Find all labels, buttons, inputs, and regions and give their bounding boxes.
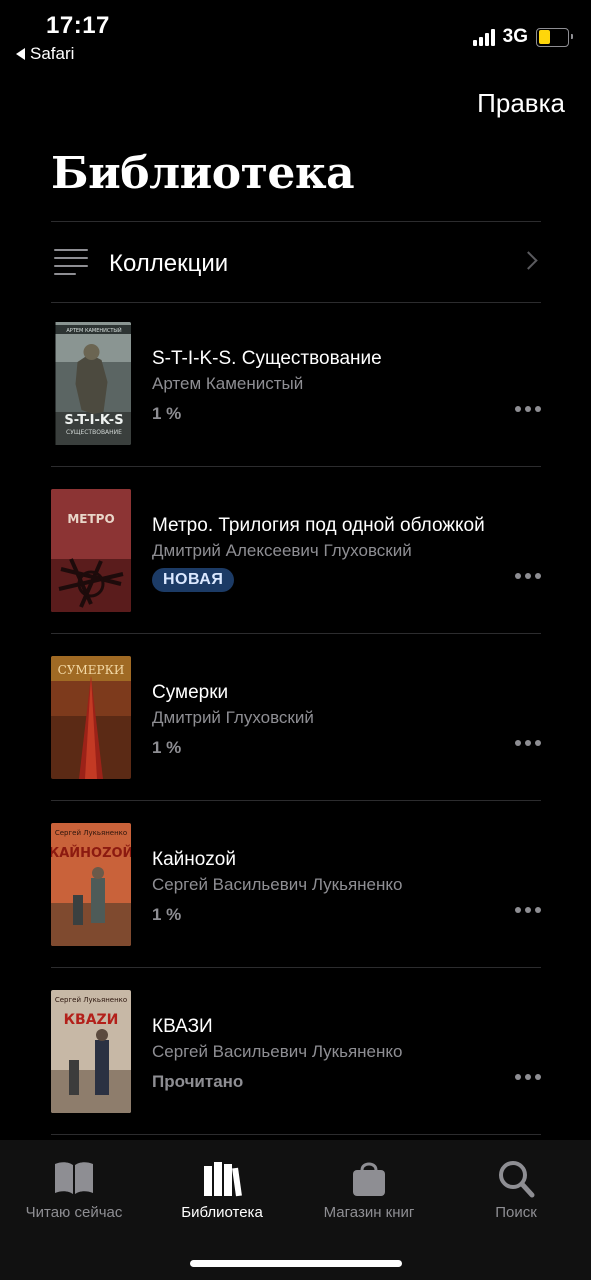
more-options-button[interactable] [515, 406, 541, 412]
divider [51, 466, 541, 467]
status-indicators: 3G [472, 26, 573, 48]
book-row-stiks[interactable]: АРТЕМ КАМЕНИСТЫЙ S-T-I-K-S СУЩЕСТВОВАНИЕ… [51, 304, 541, 471]
new-badge: НОВАЯ [152, 568, 235, 592]
tab-book-store[interactable]: Магазин книг [299, 1158, 439, 1221]
book-title: Кайноzой [152, 849, 236, 870]
book-cover-metro[interactable]: МЕТРО [51, 489, 131, 612]
collections-label: Коллекции [109, 250, 229, 277]
svg-text:S-T-I-K-S: S-T-I-K-S [64, 413, 123, 428]
book-row-kainozoi[interactable]: Сергей Лукьяненко КАЙНОZОЙ Кайноzой Серг… [51, 805, 541, 972]
book-author: Дмитрий Алексеевич Глуховский [152, 541, 412, 560]
svg-text:КАЙНОZОЙ: КАЙНОZОЙ [51, 845, 131, 861]
divider [51, 967, 541, 968]
svg-text:СУМЕРКИ: СУМЕРКИ [58, 663, 125, 677]
books-icon [204, 1162, 242, 1197]
book-author: Сергей Васильевич Лукьяненко [152, 1042, 403, 1061]
tab-label: Библиотека [181, 1204, 263, 1221]
battery-icon [536, 27, 573, 47]
back-to-safari-button[interactable]: Safari [16, 44, 74, 64]
book-title: S-T-I-K-S. Существование [152, 348, 382, 369]
signal-icon [472, 28, 495, 46]
edit-button[interactable]: Правка [477, 88, 565, 119]
book-progress: 1 % [152, 738, 182, 757]
tab-label: Магазин книг [323, 1204, 415, 1221]
battery-fill [538, 30, 550, 44]
tab-library[interactable]: Библиотека [152, 1158, 292, 1221]
tab-search[interactable]: Поиск [446, 1158, 586, 1221]
tab-label: Поиск [495, 1204, 537, 1221]
more-options-button[interactable] [515, 740, 541, 746]
book-author: Артем Каменистый [152, 374, 304, 393]
book-author: Дмитрий Глуховский [152, 708, 314, 727]
tab-reading-now[interactable]: Читаю сейчас [4, 1158, 144, 1221]
book-title: Сумерки [152, 682, 229, 703]
collections-row[interactable]: Коллекции [51, 222, 541, 303]
svg-text:Сергей Лукьяненко: Сергей Лукьяненко [55, 996, 127, 1004]
book-status: Прочитано [152, 1072, 244, 1091]
back-triangle-icon [16, 48, 25, 60]
book-cover-stiks[interactable]: АРТЕМ КАМЕНИСТЫЙ S-T-I-K-S СУЩЕСТВОВАНИЕ [54, 322, 131, 445]
home-indicator [190, 1260, 402, 1267]
tab-bar: Читаю сейчас Библиотека Магазин книг Пои… [0, 1140, 591, 1280]
chevron-right-icon [519, 251, 538, 270]
svg-text:АРТЕМ КАМЕНИСТЫЙ: АРТЕМ КАМЕНИСТЫЙ [66, 327, 121, 334]
divider [51, 302, 541, 303]
book-title: Метро. Трилогия под одной обложкой [152, 515, 485, 536]
more-options-button[interactable] [515, 1074, 541, 1080]
cover-art: АРТЕМ КАМЕНИСТЫЙ S-T-I-K-S СУЩЕСТВОВАНИЕ [55, 322, 131, 445]
book-author: Сергей Васильевич Лукьяненко [152, 875, 403, 894]
book-cover-sumerki[interactable]: СУМЕРКИ [51, 656, 131, 779]
book-cover-kvazi[interactable]: Сергей Лукьяненко КВАZИ [51, 990, 131, 1113]
more-options-button[interactable] [515, 907, 541, 913]
svg-text:Сергей Лукьяненко: Сергей Лукьяненко [55, 829, 127, 837]
tab-label: Читаю сейчас [25, 1204, 123, 1221]
book-title: КВАЗИ [152, 1016, 213, 1037]
book-row-sumerki[interactable]: СУМЕРКИ Сумерки Дмитрий Глуховский 1 % [51, 638, 541, 805]
list-icon [54, 247, 88, 277]
status-bar: 17:17 Safari 3G [0, 0, 591, 70]
status-time: 17:17 [46, 12, 110, 39]
cover-art: СУМЕРКИ [51, 656, 131, 779]
divider [51, 633, 541, 634]
svg-text:СУЩЕСТВОВАНИЕ: СУЩЕСТВОВАНИЕ [66, 429, 122, 436]
divider [51, 1134, 541, 1135]
divider [51, 800, 541, 801]
more-options-button[interactable] [515, 573, 541, 579]
book-progress: 1 % [152, 404, 182, 423]
book-cover-kainozoi[interactable]: Сергей Лукьяненко КАЙНОZОЙ [51, 823, 131, 946]
book-row-kvazi[interactable]: Сергей Лукьяненко КВАZИ КВАЗИ Сергей Вас… [51, 972, 541, 1139]
svg-text:КВАZИ: КВАZИ [64, 1012, 119, 1028]
cover-art: МЕТРО [51, 489, 131, 612]
shopping-bag-icon [353, 1162, 385, 1196]
search-icon [499, 1161, 535, 1198]
cover-art: Сергей Лукьяненко КАЙНОZОЙ [51, 823, 131, 946]
page-title: Библиотека [51, 148, 355, 199]
svg-text:МЕТРО: МЕТРО [67, 512, 114, 526]
back-app-label: Safari [30, 44, 75, 63]
book-row-metro[interactable]: МЕТРО Метро. Трилогия под одной обложкой… [51, 471, 541, 638]
book-progress: 1 % [152, 905, 182, 924]
network-type: 3G [502, 26, 528, 47]
open-book-icon [55, 1162, 93, 1194]
cover-art: Сергей Лукьяненко КВАZИ [51, 990, 131, 1113]
